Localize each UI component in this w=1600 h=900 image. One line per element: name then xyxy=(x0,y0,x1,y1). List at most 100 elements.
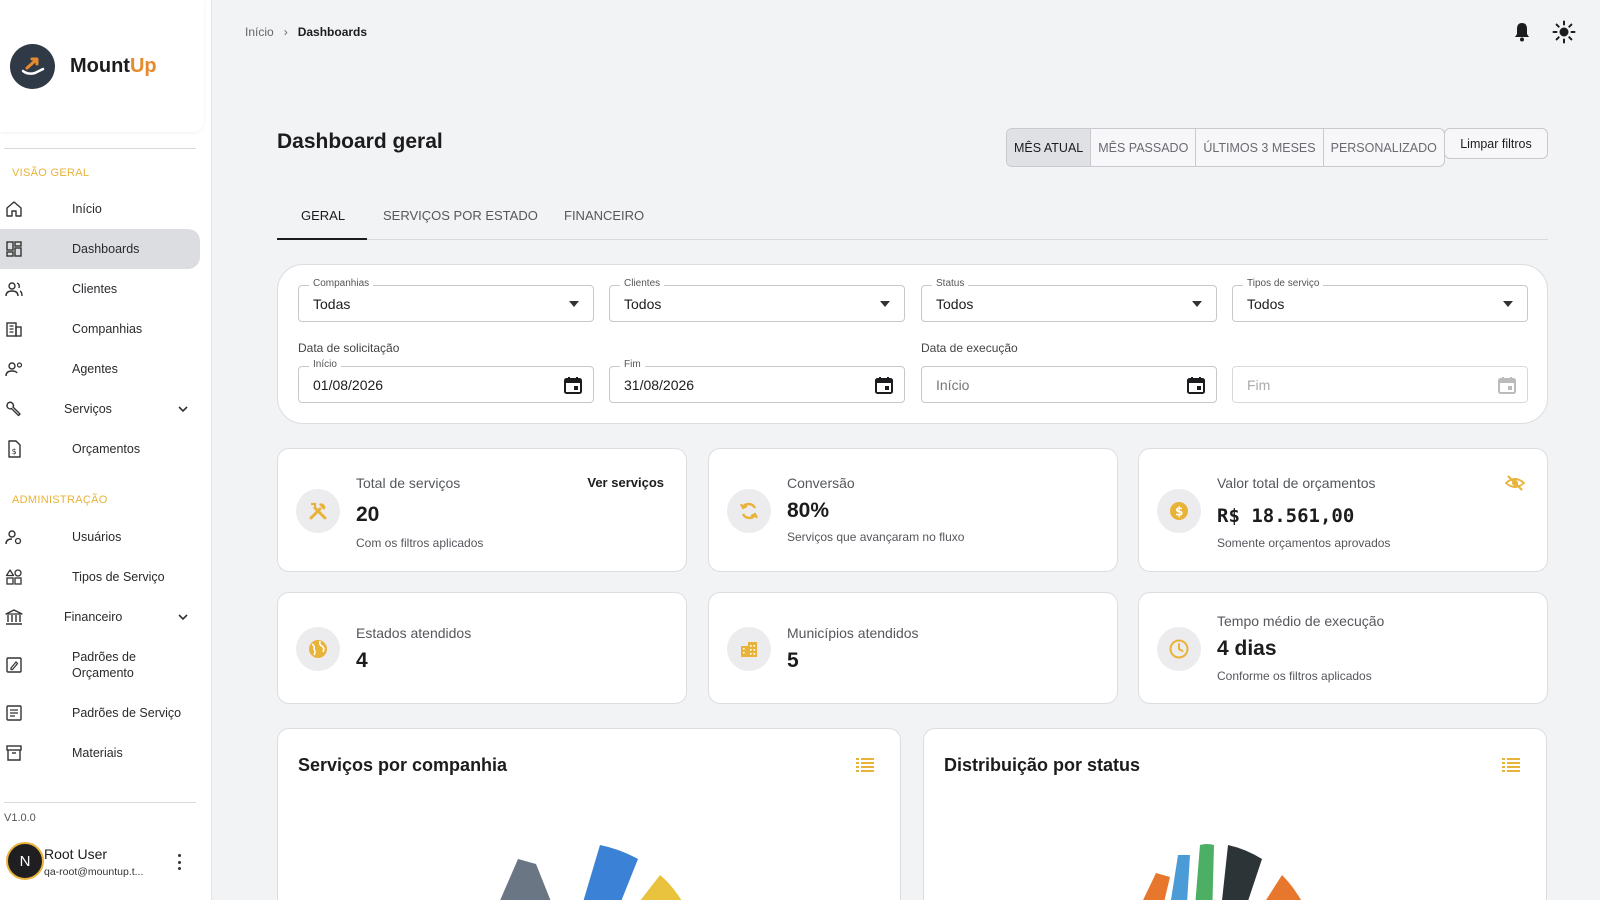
dropdown-arrow-icon xyxy=(1192,301,1202,307)
user-email: qa-root@mountup.t... xyxy=(44,866,144,878)
calendar-icon[interactable] xyxy=(874,375,894,395)
execucao-inicio-field[interactable]: Início xyxy=(921,366,1217,403)
active-tab-indicator xyxy=(277,238,367,240)
sidebar-item-padroes-orcamento[interactable]: Padrões de Orçamento xyxy=(0,638,200,692)
period-last-month[interactable]: MÊS PASSADO xyxy=(1090,129,1195,166)
tab-geral[interactable]: GERAL xyxy=(301,208,345,223)
sun-icon[interactable] xyxy=(1552,20,1576,44)
chart-slice[interactable] xyxy=(492,859,558,900)
sidebar-item-orcamentos[interactable]: $ Orçamentos xyxy=(0,429,200,469)
sidebar-divider xyxy=(4,148,196,149)
city-icon xyxy=(727,627,771,671)
sidebar-item-companhias[interactable]: Companhias xyxy=(0,309,200,349)
card-conversao: Conversão 80% Serviços que avançaram no … xyxy=(708,448,1118,572)
page-title: Dashboard geral xyxy=(277,130,443,153)
tab-servicos-por-estado[interactable]: SERVIÇOS POR ESTADO xyxy=(383,208,538,223)
field-value: 31/08/2026 xyxy=(624,377,695,393)
breadcrumb-separator: › xyxy=(283,25,288,39)
field-placeholder: Fim xyxy=(1247,377,1271,393)
sidebar-item-label: Orçamentos xyxy=(72,442,141,456)
period-current-month[interactable]: MÊS ATUAL xyxy=(1007,129,1091,166)
edit-document-icon xyxy=(6,657,22,673)
card-value: 5 xyxy=(787,649,799,672)
brand[interactable]: MountUp xyxy=(0,0,204,132)
calendar-icon[interactable] xyxy=(1186,375,1206,395)
card-value: R$ 18.561,00 xyxy=(1217,505,1355,527)
card-value: 4 xyxy=(356,649,368,672)
data-solicitacao-label: Data de solicitação xyxy=(298,341,400,355)
sidebar-item-usuarios[interactable]: Usuários xyxy=(0,517,200,557)
field-label: Tipos de serviço xyxy=(1243,278,1324,289)
dropdown-arrow-icon xyxy=(569,301,579,307)
field-value: 01/08/2026 xyxy=(313,377,384,393)
solicitacao-inicio-field[interactable]: Início 01/08/2026 xyxy=(298,359,594,403)
chevron-down-icon xyxy=(178,406,188,413)
sidebar-item-tipos-servico[interactable]: Tipos de Serviço xyxy=(0,557,200,597)
sidebar-item-label: Padrões de Serviço xyxy=(72,706,182,720)
clear-filters-button[interactable]: Limpar filtros xyxy=(1444,128,1548,159)
bell-icon[interactable] xyxy=(1510,20,1534,44)
status-select[interactable]: Status Todos xyxy=(921,278,1217,322)
more-options-icon[interactable] xyxy=(170,852,188,872)
card-tempo-medio: Tempo médio de execução 4 dias Conforme … xyxy=(1138,592,1548,704)
period-selector: MÊS ATUAL MÊS PASSADO ÚLTIMOS 3 MESES PE… xyxy=(1006,128,1445,167)
home-icon xyxy=(6,201,22,217)
document-list-icon xyxy=(6,705,22,721)
shapes-icon xyxy=(5,569,22,585)
dropdown-arrow-icon xyxy=(880,301,890,307)
sidebar-item-inicio[interactable]: Início xyxy=(0,189,200,229)
card-title: Total de serviços xyxy=(356,475,461,491)
calendar-icon[interactable] xyxy=(1497,375,1517,395)
sidebar-item-dashboards[interactable]: Dashboards xyxy=(0,229,200,269)
field-label: Fim xyxy=(620,359,645,370)
data-execucao-label: Data de execução xyxy=(921,341,1018,355)
sidebar-item-servicos[interactable]: Serviços xyxy=(0,389,200,429)
avatar[interactable]: N xyxy=(6,842,44,880)
user-profile[interactable]: N Root User qa-root@mountup.t... xyxy=(6,842,200,886)
tab-financeiro[interactable]: FINANCEIRO xyxy=(564,208,644,223)
user-settings-icon xyxy=(5,530,22,545)
brand-logo xyxy=(10,43,55,89)
chart-slice[interactable] xyxy=(1254,875,1304,900)
chart-slice[interactable] xyxy=(578,845,638,900)
invoice-icon: $ xyxy=(8,440,21,458)
card-subtitle: Com os filtros aplicados xyxy=(356,536,484,550)
chart-slice[interactable] xyxy=(1134,873,1170,900)
ver-servicos-link[interactable]: Ver serviços xyxy=(587,475,664,490)
tipos-servico-select[interactable]: Tipos de serviço Todos xyxy=(1232,278,1528,322)
sidebar-item-clientes[interactable]: Clientes xyxy=(0,269,200,309)
sidebar: MountUp VISÃO GERAL Início Dashboards Cl… xyxy=(0,0,212,900)
sidebar-item-financeiro[interactable]: Financeiro xyxy=(0,597,200,637)
sidebar-item-label: Tipos de Serviço xyxy=(72,570,165,584)
clientes-select[interactable]: Clientes Todos xyxy=(609,278,905,322)
card-valor-orcamentos: $ Valor total de orçamentos R$ 18.561,00… xyxy=(1138,448,1548,572)
app-version: V1.0.0 xyxy=(4,812,36,824)
chart-slice[interactable] xyxy=(626,875,682,900)
card-title: Municípios atendidos xyxy=(787,625,919,641)
card-value: 20 xyxy=(356,503,380,526)
solicitacao-fim-field[interactable]: Fim 31/08/2026 xyxy=(609,359,905,403)
card-title: Estados atendidos xyxy=(356,625,472,641)
card-subtitle: Conforme os filtros aplicados xyxy=(1217,669,1372,683)
chart-slice[interactable] xyxy=(1168,855,1190,900)
sidebar-item-agentes[interactable]: Agentes xyxy=(0,349,200,389)
dashboard-icon xyxy=(6,241,22,257)
chart-slice[interactable] xyxy=(1194,844,1214,900)
eye-off-icon[interactable] xyxy=(1505,473,1525,493)
card-estados-atendidos: Estados atendidos 4 xyxy=(277,592,687,704)
sidebar-item-materiais[interactable]: Materiais xyxy=(0,733,200,773)
period-last-3-months[interactable]: ÚLTIMOS 3 MESES xyxy=(1195,129,1322,166)
period-custom[interactable]: PERSONALIZADO xyxy=(1322,129,1444,166)
chart-slice[interactable] xyxy=(1220,845,1262,900)
execucao-fim-field[interactable]: Fim xyxy=(1232,366,1528,403)
companhias-select[interactable]: Companhias Todas xyxy=(298,278,594,322)
field-label: Clientes xyxy=(620,278,665,289)
field-value: Todas xyxy=(313,296,351,312)
breadcrumb-home[interactable]: Início xyxy=(245,25,274,39)
sidebar-item-label: Início xyxy=(72,202,102,216)
sidebar-item-padroes-servico[interactable]: Padrões de Serviço xyxy=(0,693,200,733)
calendar-icon[interactable] xyxy=(563,375,583,395)
field-value: Todos xyxy=(1247,296,1285,312)
sidebar-item-label: Companhias xyxy=(72,322,143,336)
panel-distribuicao-status: Distribuição por status xyxy=(923,728,1547,900)
